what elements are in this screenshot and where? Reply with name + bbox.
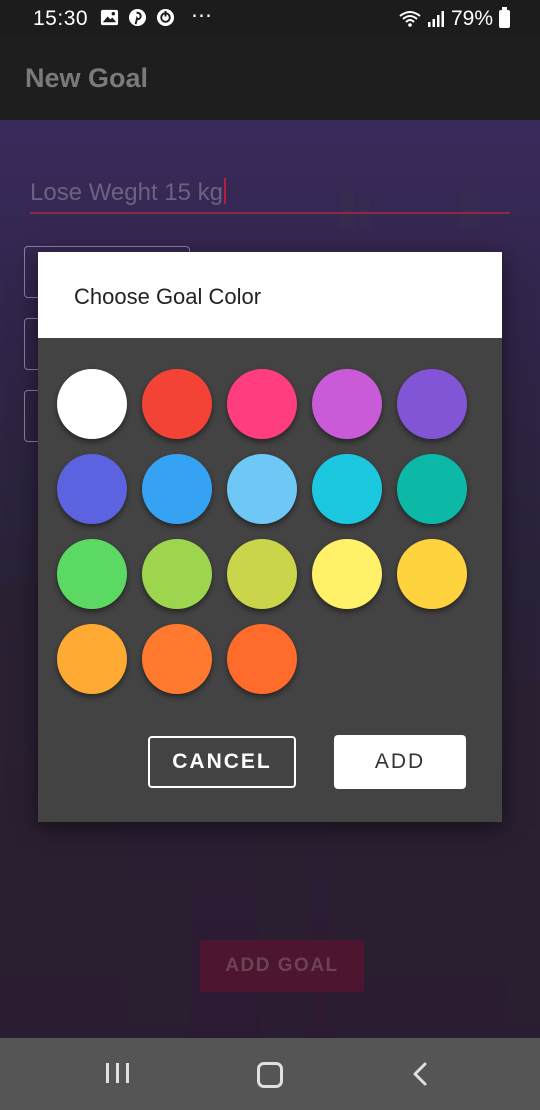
color-swatch[interactable] xyxy=(142,624,212,694)
color-swatch[interactable] xyxy=(57,539,127,609)
page-title: New Goal xyxy=(25,63,149,93)
color-swatch[interactable] xyxy=(312,539,382,609)
goal-name-input[interactable]: Lose Weght 15 kg xyxy=(30,174,510,214)
more-notifications-icon: ⋯ xyxy=(191,4,213,27)
app-bar: New Goal xyxy=(0,38,540,120)
color-swatch[interactable] xyxy=(57,369,127,439)
add-button[interactable]: ADD xyxy=(334,735,466,789)
signal-icon xyxy=(427,11,444,27)
dialog-title: Choose Goal Color xyxy=(74,284,262,309)
color-picker-dialog: Choose Goal Color CANCEL ADD xyxy=(38,252,502,822)
color-swatch[interactable] xyxy=(397,454,467,524)
color-swatch[interactable] xyxy=(142,539,212,609)
color-swatch[interactable] xyxy=(57,624,127,694)
screen: 15:30 ⋯ 79% New Goal Lose Weght 15 kg AD… xyxy=(0,0,540,1110)
color-swatch[interactable] xyxy=(227,369,297,439)
back-icon[interactable] xyxy=(410,1061,430,1087)
color-swatch[interactable] xyxy=(397,539,467,609)
status-bar: 15:30 ⋯ 79% xyxy=(0,0,540,38)
color-swatch[interactable] xyxy=(227,539,297,609)
status-right: 79% xyxy=(399,7,510,31)
gallery-icon xyxy=(100,9,119,26)
cancel-button[interactable]: CANCEL xyxy=(148,736,296,788)
color-swatch[interactable] xyxy=(312,454,382,524)
color-swatch[interactable] xyxy=(142,369,212,439)
color-swatch[interactable] xyxy=(142,454,212,524)
color-swatch[interactable] xyxy=(227,624,297,694)
status-time: 15:30 xyxy=(33,7,89,30)
recents-icon[interactable] xyxy=(106,1063,129,1083)
goal-name-value: Lose Weght 15 kg xyxy=(30,178,227,207)
dialog-header: Choose Goal Color xyxy=(38,252,502,338)
color-swatch[interactable] xyxy=(227,454,297,524)
battery-percent: 79% xyxy=(450,7,493,30)
color-swatch[interactable] xyxy=(312,369,382,439)
wifi-icon xyxy=(399,11,421,27)
home-icon[interactable] xyxy=(257,1062,283,1088)
add-goal-button[interactable]: ADD GOAL xyxy=(200,940,364,992)
color-swatch[interactable] xyxy=(397,369,467,439)
sync-icon xyxy=(156,8,175,27)
pinterest-icon xyxy=(128,8,147,27)
color-swatch[interactable] xyxy=(57,454,127,524)
text-cursor xyxy=(224,178,227,204)
notification-icons xyxy=(100,8,175,27)
navigation-bar xyxy=(0,1038,540,1110)
battery-icon xyxy=(499,7,510,28)
